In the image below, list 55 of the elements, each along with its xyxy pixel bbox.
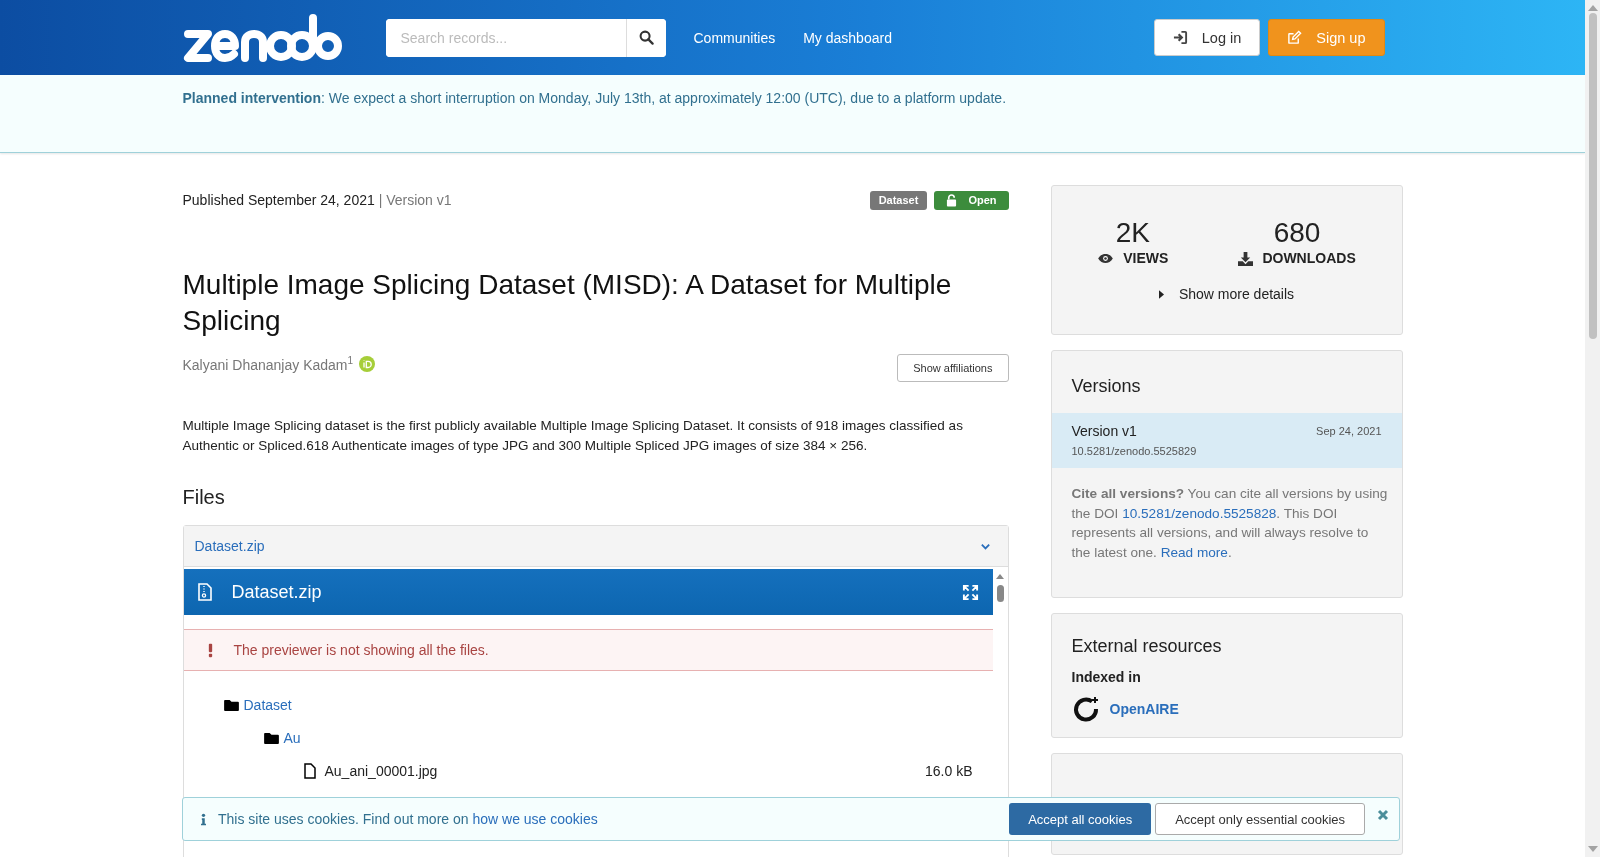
stat-label: VIEWS — [1123, 250, 1169, 266]
download-icon — [1238, 250, 1254, 266]
folder-link[interactable]: Au — [283, 729, 301, 746]
search-icon — [638, 30, 654, 45]
unlock-icon — [946, 193, 958, 207]
search-field[interactable]: Search records... — [385, 18, 666, 57]
indexed-in-label: Indexed in — [1070, 669, 1142, 685]
zip-file-icon — [197, 583, 212, 601]
record-description: Multiple Image Splicing dataset is the first publicly available Multiple Image Splicing Dataset. It consists of 918 images classified as Authentic or Spliced.618 Authenticate images of type JPG and 300 Multiple Spliced JPG images of size 384 × 256. — [182, 417, 964, 455]
accordion-header[interactable]: Dataset.zip — [183, 526, 1008, 567]
folder-icon — [263, 731, 279, 744]
card-title: External resources — [1070, 635, 1223, 658]
folder-icon — [223, 698, 239, 711]
search-button[interactable] — [625, 18, 666, 57]
version-label: | Version v1 — [377, 192, 452, 208]
access-badge: Open — [934, 190, 1009, 210]
record-title: Multiple Image Splicing Dataset (MISD): A Dataset for Multiple Splicing — [182, 268, 953, 338]
file-name: Au_ani_00001.jpg — [324, 762, 438, 779]
info-icon — [201, 812, 206, 826]
resource-type-badge: Dataset — [869, 190, 928, 210]
sign-in-icon — [1172, 30, 1188, 45]
version-item[interactable]: Version v1 Sep 24, 2021 10.5281/zenodo.5525829 — [1051, 413, 1402, 468]
fullscreen-icon — [961, 583, 979, 601]
nav-link[interactable]: Communities — [693, 29, 776, 46]
login-button[interactable]: Log in — [1153, 19, 1261, 56]
eye-icon — [1097, 252, 1115, 264]
preview-title-bar: Dataset.zip — [183, 569, 993, 615]
openaire-link[interactable]: OpenAIRE — [1109, 701, 1179, 717]
close-icon — [1377, 809, 1389, 821]
stat-value: 680 — [1273, 218, 1321, 248]
cookie-notice-text: This site uses cookies. Find out more on how we use cookies — [218, 811, 598, 827]
read-more-link[interactable]: Read more — [1160, 544, 1228, 560]
folder-link[interactable]: Dataset — [243, 696, 292, 713]
exclamation-icon — [207, 642, 213, 658]
card-title: Versions — [1070, 375, 1142, 398]
caret-right-icon — [1158, 289, 1164, 299]
show-affiliations-button[interactable]: Show affiliations — [897, 354, 1009, 382]
files-heading: Files — [182, 486, 226, 509]
cookie-policy-link[interactable]: how we use cookies — [472, 811, 598, 827]
accept-essential-cookies-button[interactable]: Accept only essential cookies — [1155, 803, 1365, 835]
creator-name[interactable]: Kalyani Dhananjay Kadam$^{1}$ — [182, 355, 354, 373]
stat-value: 2K — [1115, 218, 1150, 248]
show-more-details-toggle[interactable]: Show more details — [1051, 286, 1402, 302]
nav-link[interactable]: My dashboard — [803, 29, 892, 46]
openaire-logo — [1071, 695, 1100, 723]
notice-text: Planned intervention: We expect a short interruption on Monday, July 13th, at approximately 12:00 (UTC), due to a platform update. — [182, 89, 1008, 106]
stat-label: DOWNLOADS — [1262, 250, 1356, 266]
close-button[interactable] — [1377, 809, 1389, 821]
publication-date: Published September 24, 2021 — [182, 192, 375, 208]
warning-message: The previewer is not showing all the files. — [183, 629, 993, 671]
accept-all-cookies-button[interactable]: Accept all cookies — [1009, 803, 1152, 835]
file-icon — [303, 762, 316, 779]
edit-icon — [1287, 30, 1303, 45]
cite-text: Cite all versions? You can cite all versions by using the DOI 10.5281/zenodo.5525828. This DOI represents all versions, and will always resolve to the latest one. Read more. — [1070, 485, 1389, 562]
file-size: 16.0 kB — [925, 762, 973, 779]
